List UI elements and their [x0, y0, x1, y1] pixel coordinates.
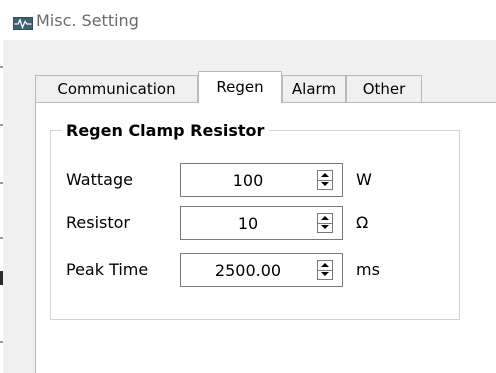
wattage-spinbox: [180, 163, 343, 197]
wattage-decrement-button[interactable]: [318, 180, 332, 189]
tab-label: Communication: [57, 80, 176, 98]
peak-time-label: Peak Time: [66, 260, 149, 279]
title-bar: Misc. Setting: [3, 0, 496, 40]
peak-time-input[interactable]: [183, 256, 313, 284]
wattage-spin-buttons: [317, 170, 333, 190]
tab-label: Other: [362, 80, 406, 98]
window-title: Misc. Setting: [36, 11, 139, 30]
wattage-label: Wattage: [66, 170, 133, 189]
resistor-spin-buttons: [317, 213, 333, 233]
resistor-input[interactable]: [183, 209, 313, 237]
wattage-input[interactable]: [183, 166, 313, 194]
arrow-down-icon: [321, 225, 329, 229]
tab-label: Alarm: [291, 80, 337, 98]
tab-communication[interactable]: Communication: [35, 75, 198, 102]
arrow-up-icon: [321, 173, 329, 177]
resistor-unit: Ω: [356, 213, 369, 232]
group-title: Regen Clamp Resistor: [62, 120, 270, 142]
arrow-down-icon: [321, 182, 329, 186]
resistor-label: Resistor: [66, 213, 130, 232]
peak-time-decrement-button[interactable]: [318, 270, 332, 279]
pulse-chart-icon: [13, 15, 33, 30]
arrow-down-icon: [321, 272, 329, 276]
wattage-unit: W: [356, 170, 372, 189]
arrow-up-icon: [321, 263, 329, 267]
peak-time-spin-buttons: [317, 260, 333, 280]
tab-label: Regen: [216, 78, 264, 96]
resistor-spinbox: [180, 206, 343, 240]
peak-time-spinbox: [180, 253, 343, 287]
tab-other[interactable]: Other: [346, 75, 422, 102]
arrow-up-icon: [321, 216, 329, 220]
resistor-decrement-button[interactable]: [318, 223, 332, 232]
tab-regen[interactable]: Regen: [198, 71, 282, 103]
tab-alarm[interactable]: Alarm: [282, 75, 346, 102]
peak-time-unit: ms: [356, 260, 380, 279]
